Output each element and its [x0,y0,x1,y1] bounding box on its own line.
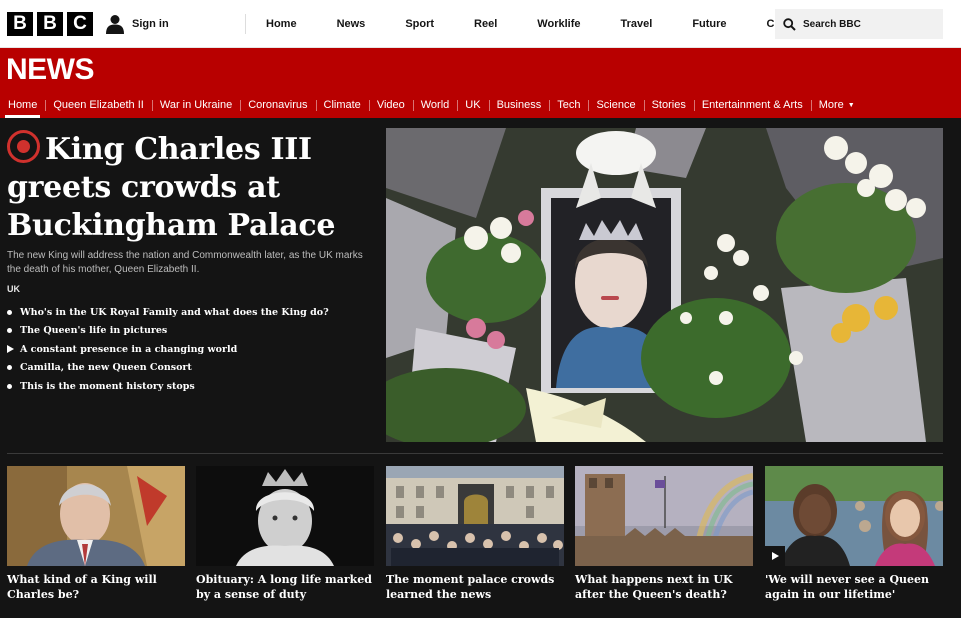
logo-letter: B [7,12,33,36]
subnav-queen-elizabeth[interactable]: Queen Elizabeth II [45,92,152,118]
play-icon [765,546,785,566]
logo-letter: B [37,12,63,36]
lead-tag[interactable]: UK [7,284,20,294]
related-link[interactable]: A constant presence in a changing world [7,340,329,359]
bbc-logo[interactable]: B B C [7,12,93,36]
main-content: King Charles III greets crowds at Buckin… [0,118,961,618]
subnav-more[interactable]: More ▼ [810,92,863,118]
global-header: B B C Sign in Home News Sport Reel Workl… [0,0,961,48]
story-card[interactable]: What happens next in UK after the Queen'… [575,466,753,602]
related-link-text: Camilla, the new Queen Consort [20,362,192,374]
global-nav-news[interactable]: News [317,0,386,48]
story-card[interactable]: 'We will never see a Queen again in our … [765,466,943,602]
search-icon [783,17,796,31]
logo-letter: C [67,12,93,36]
lead-headline-text: King Charles III greets crowds at Buckin… [7,132,336,243]
global-nav-home[interactable]: Home [246,0,317,48]
story-card[interactable]: What kind of a King will Charles be? [7,466,185,602]
subnav-video[interactable]: Video [368,92,413,118]
story-card-title: What kind of a King will Charles be? [7,573,157,601]
news-header: NEWS [0,48,961,92]
story-thumbnail [765,466,943,566]
more-label: More [818,99,844,111]
story-thumbnail [575,466,753,566]
story-thumbnail [386,466,564,566]
subnav-science[interactable]: Science [588,92,643,118]
subnav-business[interactable]: Business [488,92,550,118]
lead-story[interactable]: King Charles III greets crowds at Buckin… [7,130,372,245]
lead-image[interactable] [386,128,943,442]
related-link[interactable]: This is the moment history stops [7,377,329,396]
subnav-coronavirus[interactable]: Coronavirus [240,92,315,118]
live-icon [7,130,40,163]
global-nav-worklife[interactable]: Worklife [517,0,600,48]
sign-in-label: Sign in [132,18,169,30]
news-section-title[interactable]: NEWS [6,53,95,87]
story-card-title: 'We will never see a Queen again in our … [765,573,930,601]
related-link[interactable]: Camilla, the new Queen Consort [7,359,329,378]
caret-down-icon: ▼ [847,101,855,109]
subnav-war-in-ukraine[interactable]: War in Ukraine [151,92,240,118]
related-links: Who's in the UK Royal Family and what do… [7,303,329,396]
related-link-text: Who's in the UK Royal Family and what do… [20,306,329,318]
story-thumbnail [196,466,374,566]
related-link-text: A constant presence in a changing world [20,343,238,355]
bullet-icon [7,309,20,315]
related-link-text: The Queen's life in pictures [20,325,168,337]
global-nav-future[interactable]: Future [672,0,746,48]
global-nav-reel[interactable]: Reel [454,0,517,48]
subnav-entertainment-arts[interactable]: Entertainment & Arts [693,92,811,118]
global-nav-sport[interactable]: Sport [385,0,454,48]
lead-headline[interactable]: King Charles III greets crowds at Buckin… [7,130,372,245]
bullet-icon [7,365,20,371]
search-box[interactable]: Search BBC [775,9,943,39]
sign-in-link[interactable]: Sign in [106,13,169,35]
related-link[interactable]: Who's in the UK Royal Family and what do… [7,303,329,322]
story-card-title: The moment palace crowds learned the new… [386,573,555,601]
subnav-tech[interactable]: Tech [549,92,588,118]
related-link-text: This is the moment history stops [20,380,195,392]
story-card-title: Obituary: A long life marked by a sense … [196,573,372,601]
section-divider [7,453,943,454]
global-nav-travel[interactable]: Travel [601,0,673,48]
bullet-icon [7,383,20,389]
related-link[interactable]: The Queen's life in pictures [7,322,329,341]
story-card[interactable]: The moment palace crowds learned the new… [386,466,564,602]
story-thumbnail [7,466,185,566]
bullet-icon [7,328,20,334]
subnav-home[interactable]: Home [0,92,45,118]
story-card[interactable]: Obituary: A long life marked by a sense … [196,466,374,602]
story-card-title: What happens next in UK after the Queen'… [575,573,733,601]
subnav-climate[interactable]: Climate [315,92,369,118]
play-icon [7,345,20,354]
search-label: Search BBC [803,18,861,30]
news-sub-nav: Home Queen Elizabeth II War in Ukraine C… [0,92,961,118]
person-icon [106,15,124,34]
subnav-stories[interactable]: Stories [643,92,694,118]
lead-summary: The new King will address the nation and… [7,250,363,275]
subnav-world[interactable]: World [412,92,458,118]
subnav-uk[interactable]: UK [457,92,488,118]
